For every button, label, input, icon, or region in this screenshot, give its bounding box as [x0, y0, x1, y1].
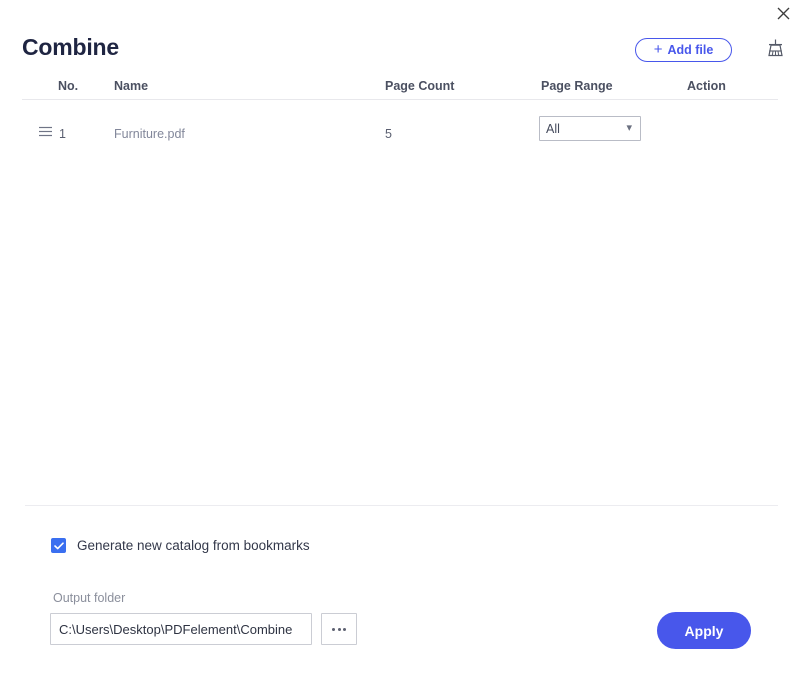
- page-range-value: All: [546, 121, 560, 136]
- column-header-no: No.: [58, 79, 79, 93]
- column-header-page-count: Page Count: [385, 79, 455, 93]
- cell-row-number: 1: [59, 127, 66, 141]
- table-header-row: No. Name Page Count Page Range Action: [22, 78, 778, 100]
- plus-icon: +: [653, 40, 663, 58]
- close-button[interactable]: [772, 2, 794, 24]
- generate-catalog-label: Generate new catalog from bookmarks: [77, 538, 310, 553]
- drag-handle-icon[interactable]: [37, 124, 53, 138]
- chevron-down-icon: ▾: [626, 122, 632, 134]
- column-header-name: Name: [114, 79, 149, 93]
- output-folder-input[interactable]: [50, 613, 312, 645]
- page-title: Combine: [22, 34, 119, 60]
- ellipsis-dot: [343, 627, 346, 631]
- output-folder-label: Output folder: [53, 591, 126, 605]
- file-table: No. Name Page Count Page Range Action 1 …: [0, 78, 800, 144]
- clear-all-button[interactable]: [761, 36, 789, 64]
- dialog-header: Combine + Add file: [0, 34, 800, 72]
- close-icon: [777, 7, 790, 20]
- ellipsis-dot: [337, 627, 341, 631]
- title-bar: [0, 0, 800, 26]
- broom-icon: [766, 38, 785, 63]
- cell-file-name: Furniture.pdf: [114, 127, 185, 141]
- apply-button[interactable]: Apply: [657, 612, 751, 649]
- add-file-button[interactable]: + Add file: [635, 38, 732, 62]
- section-divider: [25, 505, 778, 506]
- browse-folder-button[interactable]: [321, 613, 357, 645]
- table-row[interactable]: 1 Furniture.pdf 5 All ▾: [22, 100, 778, 144]
- page-range-select[interactable]: All ▾: [539, 116, 641, 141]
- generate-catalog-checkbox-row[interactable]: Generate new catalog from bookmarks: [51, 537, 310, 554]
- add-file-label: Add file: [667, 43, 714, 57]
- column-header-page-range: Page Range: [541, 79, 613, 93]
- ellipsis-dot: [332, 627, 335, 631]
- generate-catalog-checkbox[interactable]: [51, 538, 66, 553]
- cell-page-count: 5: [385, 127, 392, 141]
- column-header-action: Action: [687, 79, 726, 93]
